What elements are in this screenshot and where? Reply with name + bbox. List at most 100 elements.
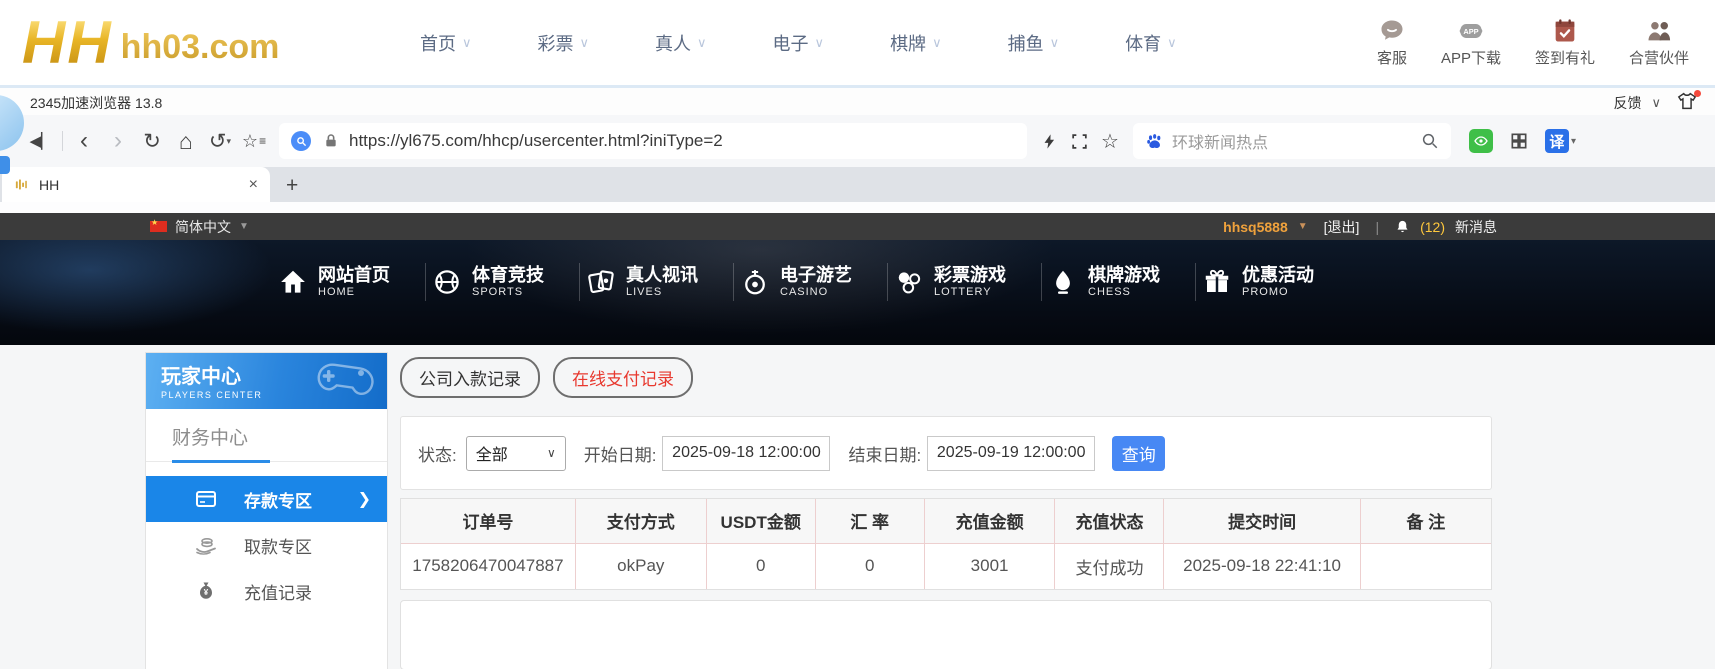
username[interactable]: hhsq5888 — [1223, 219, 1288, 235]
col-payment-method: 支付方式 — [575, 499, 706, 543]
status-select[interactable]: 全部 ∨ — [466, 436, 566, 471]
records-table: 订单号 支付方式 USDT金额 汇 率 充值金额 充值状态 提交时间 备 注 1… — [401, 499, 1491, 589]
bank-card-icon — [194, 487, 218, 511]
site-header: HH hh03.com 首页∨ 彩票∨ 真人∨ 电子∨ 棋牌∨ 捕鱼∨ 体育∨ … — [0, 0, 1715, 88]
messages-label[interactable]: 新消息 — [1455, 217, 1497, 237]
main-nav-sports[interactable]: 体育竞技SPORTS — [426, 265, 579, 300]
site-top-nav: 首页∨ 彩票∨ 真人∨ 电子 ∨ 棋牌∨ 捕鱼∨ 体育∨ — [420, 30, 1177, 56]
tab-online-payment-records[interactable]: 在线支付记录 — [553, 357, 693, 398]
nav-label: 体育 — [1125, 30, 1161, 56]
tab-company-deposit-records[interactable]: 公司入款记录 — [400, 357, 540, 398]
bell-icon[interactable] — [1395, 219, 1410, 234]
nav-item-live[interactable]: 真人∨ — [655, 30, 707, 56]
sidebar-item-withdraw[interactable]: 取款专区 — [146, 522, 387, 568]
quick-links: 客服 APP APP下载 签到有礼 合营伙伴 — [1377, 17, 1689, 68]
screenshot-icon[interactable] — [1070, 132, 1089, 151]
main-nav-en: LIVES — [626, 286, 698, 299]
translate-button[interactable]: 译 ▾ — [1545, 129, 1576, 153]
main-nav-cn: 体育竞技 — [472, 265, 544, 287]
main-nav-lottery[interactable]: 彩票游戏LOTTERY — [888, 265, 1041, 300]
cell-payment-method: okPay — [575, 543, 706, 589]
accelerate-icon[interactable] — [1041, 132, 1058, 151]
browser-title: 2345加速浏览器 13.8 — [30, 93, 162, 113]
tab-title: HH — [39, 177, 249, 193]
main-nav-cn: 彩票游戏 — [934, 265, 1006, 287]
url-text[interactable]: https://yl675.com/hhcp/usercenter.html?i… — [349, 131, 723, 151]
customer-service-link[interactable]: 客服 — [1377, 17, 1407, 68]
start-date-input[interactable]: 2025-09-18 12:00:00 — [662, 436, 830, 471]
end-date-input[interactable]: 2025-09-19 12:00:00 — [927, 436, 1095, 471]
query-button[interactable]: 查询 — [1112, 436, 1165, 471]
search-icon[interactable] — [1421, 132, 1439, 150]
eye-protection-button[interactable] — [1469, 129, 1493, 153]
back-button[interactable]: ‹ — [67, 127, 101, 155]
calendar-check-icon — [1551, 17, 1579, 45]
browser-tab-hh[interactable]: HH × — [2, 167, 270, 202]
sidebar-section: 财务中心 — [146, 409, 387, 450]
address-bar[interactable]: https://yl675.com/hhcp/usercenter.html?i… — [279, 123, 1027, 159]
nav-label: 电子 — [773, 30, 809, 56]
browser-search-box[interactable]: 环球新闻热点 — [1133, 123, 1451, 159]
nav-label: 捕鱼 — [1008, 30, 1044, 56]
nav-item-chess[interactable]: 棋牌∨ — [890, 30, 942, 56]
active-underline — [172, 460, 270, 463]
nav-item-lottery[interactable]: 彩票∨ — [538, 30, 590, 56]
chevron-down-icon: ∨ — [815, 35, 825, 51]
main-nav-lives[interactable]: 真人视讯LIVES — [580, 265, 733, 300]
main-site-nav: 网站首页HOME 体育竞技SPORTS 真人视讯LIVES 电子游艺CASINO… — [272, 263, 1349, 301]
lock-icon[interactable] — [323, 133, 339, 149]
tab-strip: HH × + — [0, 167, 1715, 202]
nav-item-sports[interactable]: 体育∨ — [1125, 30, 1177, 56]
recently-closed-button[interactable]: ↺▾ — [203, 129, 237, 154]
bookmark-star-icon[interactable]: ☆ — [1101, 129, 1119, 154]
col-recharge-status: 充值状态 — [1055, 499, 1164, 543]
main-nav-en: LOTTERY — [934, 286, 1006, 299]
messages-count[interactable]: (12) — [1420, 219, 1445, 235]
apps-grid-button[interactable] — [1509, 131, 1529, 151]
main-nav-cn: 棋牌游戏 — [1088, 265, 1160, 287]
collapse-sidebar-button[interactable]: ◀▏ — [24, 132, 58, 150]
logout-button[interactable]: [退出] — [1324, 217, 1360, 237]
col-submit-time: 提交时间 — [1164, 499, 1360, 543]
player-center-sidebar: 玩家中心 PLAYERS CENTER 财务中心 存款专区 ❯ 取款专区 ¥ 充… — [145, 352, 388, 669]
language-selector[interactable]: ★ 简体中文 ▼ — [150, 217, 249, 237]
china-flag-icon: ★ — [150, 221, 167, 232]
safe-search-icon[interactable] — [291, 131, 311, 151]
new-tab-button[interactable]: + — [286, 174, 298, 198]
browser-titlebar: 2345加速浏览器 13.8 反馈 ∨ — [0, 88, 1715, 115]
quick-link-label: 签到有礼 — [1535, 47, 1595, 68]
app-download-link[interactable]: APP APP下载 — [1441, 17, 1501, 68]
nav-item-fishing[interactable]: 捕鱼∨ — [1008, 30, 1060, 56]
main-nav-cn: 电子游艺 — [780, 265, 852, 287]
tab-close-button[interactable]: × — [249, 176, 258, 194]
app-download-icon: APP — [1457, 17, 1485, 45]
sidebar-item-recharge-records[interactable]: ¥ 充值记录 — [146, 568, 387, 614]
main-nav-cn: 优惠活动 — [1242, 265, 1314, 287]
forward-button[interactable]: › — [101, 127, 135, 155]
nav-label: 棋牌 — [890, 30, 926, 56]
feedback-button[interactable]: 反馈 ∨ — [1613, 93, 1661, 113]
main-nav-promo[interactable]: 优惠活动PROMO — [1196, 265, 1349, 300]
cell-usdt-amount: 0 — [706, 543, 815, 589]
home-button[interactable]: ⌂ — [169, 128, 203, 155]
roulette-icon — [740, 267, 770, 297]
main-nav-home[interactable]: 网站首页HOME — [272, 265, 425, 300]
nav-item-electronic[interactable]: 电子 ∨ — [773, 30, 825, 56]
language-label: 简体中文 — [175, 217, 231, 237]
partners-icon — [1645, 17, 1673, 45]
main-nav-chess[interactable]: 棋牌游戏CHESS — [1042, 265, 1195, 300]
search-keyword[interactable]: 环球新闻热点 — [1172, 129, 1421, 153]
cards-icon — [586, 267, 616, 297]
site-logo[interactable]: HH hh03.com — [22, 14, 372, 71]
browser-side-widget[interactable] — [0, 156, 10, 174]
main-nav-casino[interactable]: 电子游艺CASINO — [734, 265, 887, 300]
partner-link[interactable]: 合营伙伴 — [1629, 17, 1689, 68]
checkin-gift-link[interactable]: 签到有礼 — [1535, 17, 1595, 68]
divider: | — [1375, 219, 1379, 235]
cell-exchange-rate: 0 — [815, 543, 924, 589]
sidebar-item-deposit[interactable]: 存款专区 ❯ — [146, 476, 387, 522]
bookmarks-bar-button[interactable]: ☆≡ — [237, 131, 271, 152]
theme-skin-button[interactable] — [1677, 92, 1697, 114]
reload-button[interactable]: ↻ — [135, 129, 169, 154]
nav-item-home[interactable]: 首页∨ — [420, 30, 472, 56]
